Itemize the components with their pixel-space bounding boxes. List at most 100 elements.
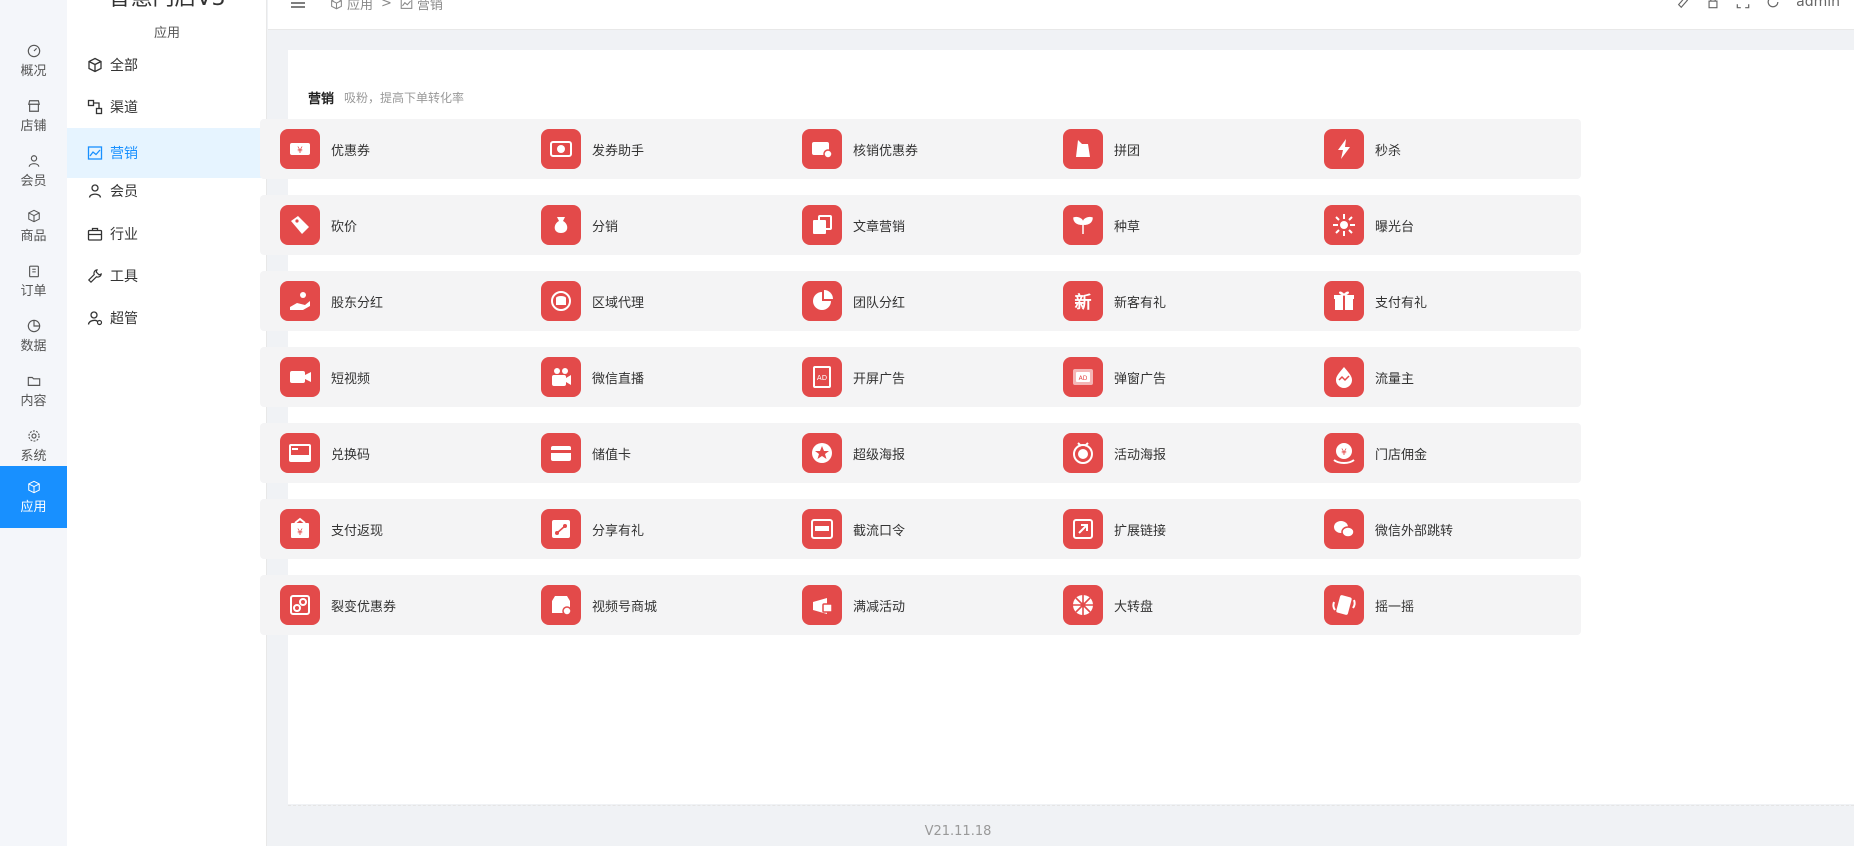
app-tile-label: 核销优惠券 [853,143,919,159]
secondary-menu: 智慧门店V3 应用 全部 渠道 营销 会员 行业 工具 超管 [67,0,267,846]
app-tile[interactable]: 新 新客有礼 [1043,271,1320,331]
rail-item-content[interactable]: 内容 [0,360,67,422]
footer-divider [288,805,1854,806]
user-icon [88,184,102,198]
primary-nav-rail: 概况 店铺 会员 商品 订单 数据 内容 系统 应用 [0,0,67,846]
rail-item-goods[interactable]: 商品 [0,195,67,257]
app-tile[interactable]: 分享有礼 [521,499,798,559]
app-tile[interactable]: 秒杀 [1304,119,1581,179]
svg-text:¥: ¥ [297,146,303,156]
folder-icon [27,376,40,386]
clipboard-icon [28,265,39,277]
app-tile-label: 短视频 [331,371,371,387]
app-tile[interactable]: 超级海报 [782,423,1059,483]
app-icon: AD [802,357,842,397]
app-tile[interactable]: ¥ 优惠券 [260,119,537,179]
rail-label: 会员 [20,173,47,189]
breadcrumb-apps[interactable]: 应用 [347,0,373,13]
app-tile[interactable]: ¥ 支付返现 [260,499,537,559]
app-tile[interactable]: 团队分红 [782,271,1059,331]
app-tile-label: 支付返现 [331,523,384,539]
pie-icon [27,319,40,332]
app-icon [1324,205,1364,245]
rail-item-overview[interactable]: 概况 [0,30,67,92]
submenu-label: 超管 [110,311,138,327]
app-icon [1324,509,1364,549]
app-tile[interactable]: 曝光台 [1304,195,1581,255]
rail-item-data[interactable]: 数据 [0,305,67,367]
app-tile[interactable]: 核销优惠券 [782,119,1059,179]
app-tile-label: 流量主 [1375,371,1415,387]
app-tile[interactable]: 发券助手 [521,119,798,179]
app-tile[interactable]: 流量主 [1304,347,1581,407]
app-tile[interactable]: 支付有礼 [1304,271,1581,331]
app-tile[interactable]: 储值卡 [521,423,798,483]
app-tile[interactable]: 种草 [1043,195,1320,255]
rail-item-order[interactable]: 订单 [0,250,67,312]
app-tile[interactable]: 股东分红 [260,271,537,331]
app-tile[interactable]: 分销 [521,195,798,255]
submenu-label: 渠道 [110,100,138,116]
app-tile[interactable]: 兑换码 [260,423,537,483]
app-icon [1063,433,1103,473]
menu-fold-icon[interactable] [290,0,306,8]
refresh-icon[interactable] [1766,0,1780,9]
app-tile[interactable]: 砍价 [260,195,537,255]
app-tile[interactable]: 微信外部跳转 [1304,499,1581,559]
app-icon: ¥ [280,129,320,169]
submenu-item-channel[interactable]: 渠道 [67,82,267,132]
section-title: 营销 [308,92,335,107]
app-tile[interactable]: 微信直播 [521,347,798,407]
app-tile-label: 新客有礼 [1114,295,1167,311]
app-tile[interactable]: 大转盘 [1043,575,1320,635]
app-tile[interactable]: 满减活动 [782,575,1059,635]
rail-item-apps[interactable]: 应用 [0,466,67,528]
lock-icon[interactable] [1706,0,1720,9]
app-tile-label: 分销 [592,219,619,235]
submenu-label: 会员 [110,184,138,200]
svg-text:¥: ¥ [1341,448,1347,458]
submenu-label: 全部 [110,58,138,74]
app-tile[interactable]: 扩展链接 [1043,499,1320,559]
fullscreen-icon[interactable] [1736,0,1750,9]
app-tile[interactable]: 裂变优惠券 [260,575,537,635]
app-tile-label: 弹窗广告 [1114,371,1167,387]
app-tile-label: 大转盘 [1114,599,1154,615]
app-icon [1063,585,1103,625]
app-tile-label: 裂变优惠券 [331,599,397,615]
app-tile-label: 微信外部跳转 [1375,523,1454,539]
app-tile-label: 发券助手 [592,143,645,159]
submenu-label: 营销 [110,146,138,162]
rail-item-member[interactable]: 会员 [0,140,67,202]
app-tile[interactable]: 拼团 [1043,119,1320,179]
app-tile-label: 摇一摇 [1375,599,1415,615]
app-tile[interactable]: 视频号商城 [521,575,798,635]
app-tile[interactable]: AD 弹窗广告 [1043,347,1320,407]
app-tile[interactable]: ¥ 门店佣金 [1304,423,1581,483]
submenu-label: 行业 [110,227,138,243]
app-tile[interactable]: 文章营销 [782,195,1059,255]
app-tile-label: 拼团 [1114,143,1141,159]
app-tile-label: 扩展链接 [1114,523,1167,539]
app-tile[interactable]: 区域代理 [521,271,798,331]
app-tile[interactable]: 短视频 [260,347,537,407]
submenu-item-superadmin[interactable]: 超管 [67,293,267,343]
app-icon [1324,357,1364,397]
app-tile-label: 兑换码 [331,447,371,463]
rail-item-store[interactable]: 店铺 [0,85,67,147]
app-tile[interactable]: AD 开屏广告 [782,347,1059,407]
clear-cache-icon[interactable] [1676,0,1690,9]
app-icon: ¥ [280,509,320,549]
app-tile-label: 团队分红 [853,295,906,311]
svg-text:新: 新 [1075,292,1092,313]
app-icon [280,433,320,473]
section-description: 吸粉，提高下单转化率 [344,91,465,105]
app-icon: AD [1063,357,1103,397]
trend-icon [400,0,413,9]
app-tile[interactable]: 摇一摇 [1304,575,1581,635]
app-tile[interactable]: 活动海报 [1043,423,1320,483]
svg-text:AD: AD [1079,375,1088,382]
cube-icon [27,480,40,493]
user-menu[interactable]: admin [1796,0,1840,10]
app-tile[interactable]: 截流口令 [782,499,1059,559]
